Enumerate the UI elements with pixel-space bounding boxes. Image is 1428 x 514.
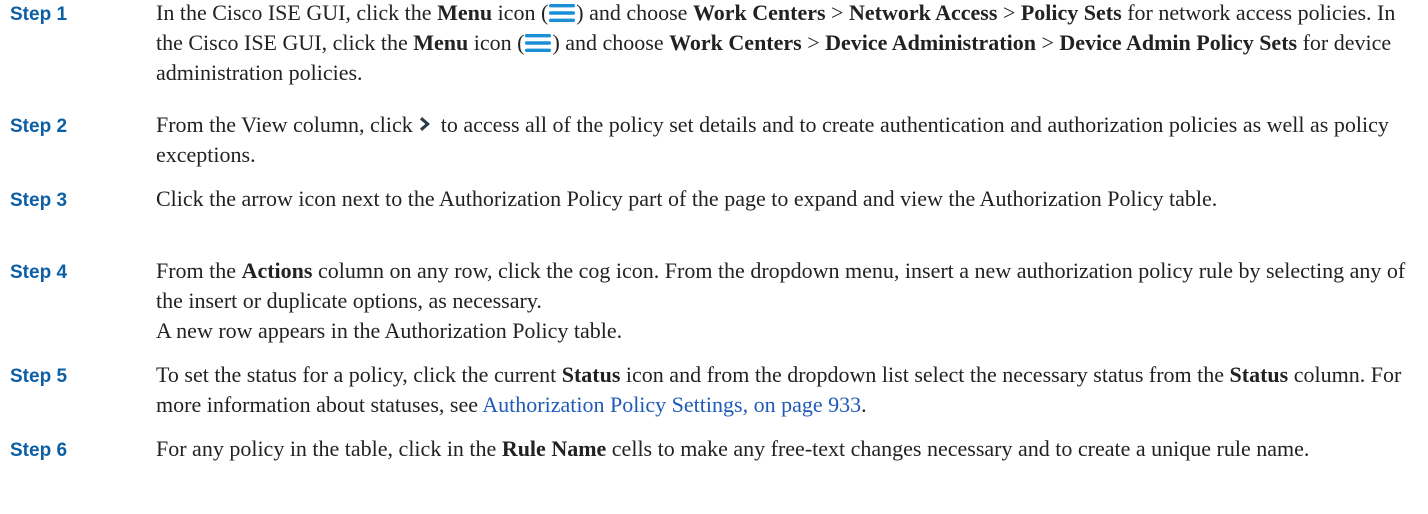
menu-icon	[525, 34, 552, 52]
step-text: For any policy in the table, click in th…	[156, 436, 1310, 461]
chevron-right-icon	[419, 117, 430, 131]
step-text: Click the arrow icon next to the Authori…	[156, 186, 1218, 211]
step-label: Step 1	[10, 4, 68, 25]
step-result-note: A new row appears in the Authorization P…	[156, 318, 623, 343]
menu-term: Menu	[437, 0, 493, 25]
step-text: In the Cisco ISE GUI, click the Menu ico…	[156, 0, 1396, 85]
step-label: Step 3	[10, 190, 68, 211]
document-page: Step 1 In the Cisco ISE GUI, click the M…	[0, 0, 1428, 514]
step-text: To set the status for a policy, click th…	[156, 362, 1402, 417]
menu-icon	[549, 4, 576, 22]
step-text: From the Actions column on any row, clic…	[156, 256, 1418, 346]
step-label: Step 5	[10, 366, 68, 387]
authorization-policy-settings-link[interactable]: Authorization Policy Settings, on page 9…	[482, 392, 861, 417]
step-label: Step 6	[10, 440, 68, 461]
step-text: From the View column, click to access all…	[156, 112, 1389, 167]
step-label: Step 4	[10, 262, 68, 283]
step-label: Step 2	[10, 116, 68, 137]
